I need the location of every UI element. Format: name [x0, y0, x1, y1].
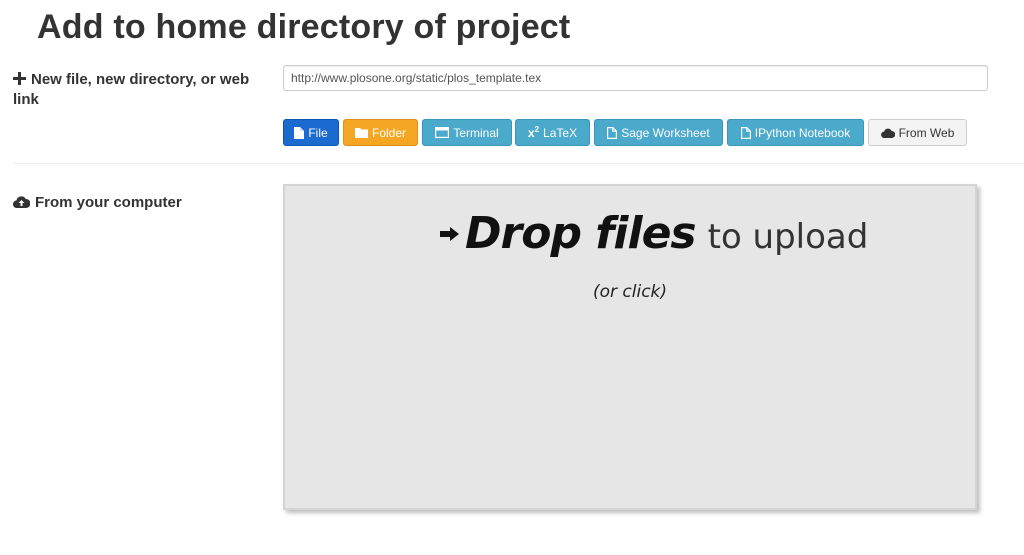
file-button[interactable]: File — [283, 119, 339, 146]
upload-label: From your computer — [12, 193, 263, 213]
folder-button[interactable]: Folder — [343, 119, 418, 146]
new-item-label: New file, new directory, or web link — [13, 70, 263, 109]
file-icon — [607, 126, 618, 139]
dropzone-heading: Drop files to upload — [440, 208, 868, 259]
cloud-icon — [880, 128, 895, 138]
folder-button-label: Folder — [371, 125, 406, 140]
latex-button[interactable]: x2 LaTeX — [515, 119, 590, 146]
sage-worksheet-button[interactable]: Sage Worksheet — [594, 119, 723, 146]
section-divider — [13, 163, 1024, 164]
page: Add to home directory of project New fil… — [0, 0, 1024, 555]
plus-icon — [13, 71, 26, 90]
dropzone-primary-text: Drop files — [465, 208, 697, 259]
from-web-button[interactable]: From Web — [868, 119, 967, 146]
file-button-label: File — [308, 125, 328, 140]
file-icon — [294, 126, 305, 139]
terminal-button[interactable]: Terminal — [422, 119, 512, 146]
file-icon — [740, 126, 751, 139]
page-title: Add to home directory of project — [37, 8, 571, 46]
file-dropzone[interactable]: Drop files to upload (or click) — [283, 184, 977, 510]
terminal-button-label: Terminal — [453, 125, 499, 140]
upload-label-text: From your computer — [35, 194, 182, 211]
arrow-right-icon — [440, 227, 459, 246]
superscript-icon: x2 — [527, 125, 540, 140]
new-item-label-text: New file, new directory, or web link — [13, 71, 250, 108]
terminal-icon — [435, 127, 450, 138]
ipython-notebook-button-label: IPython Notebook — [754, 125, 851, 140]
cloud-upload-icon — [12, 194, 31, 213]
ipython-notebook-button[interactable]: IPython Notebook — [727, 119, 864, 146]
dropzone-hint: (or click) — [592, 282, 668, 302]
folder-icon — [354, 127, 368, 138]
sage-worksheet-button-label: Sage Worksheet — [621, 125, 710, 140]
url-input[interactable] — [283, 65, 988, 91]
latex-button-label: LaTeX — [543, 125, 578, 140]
from-web-button-label: From Web — [898, 125, 955, 140]
dropzone-secondary-text: to upload — [707, 217, 869, 257]
